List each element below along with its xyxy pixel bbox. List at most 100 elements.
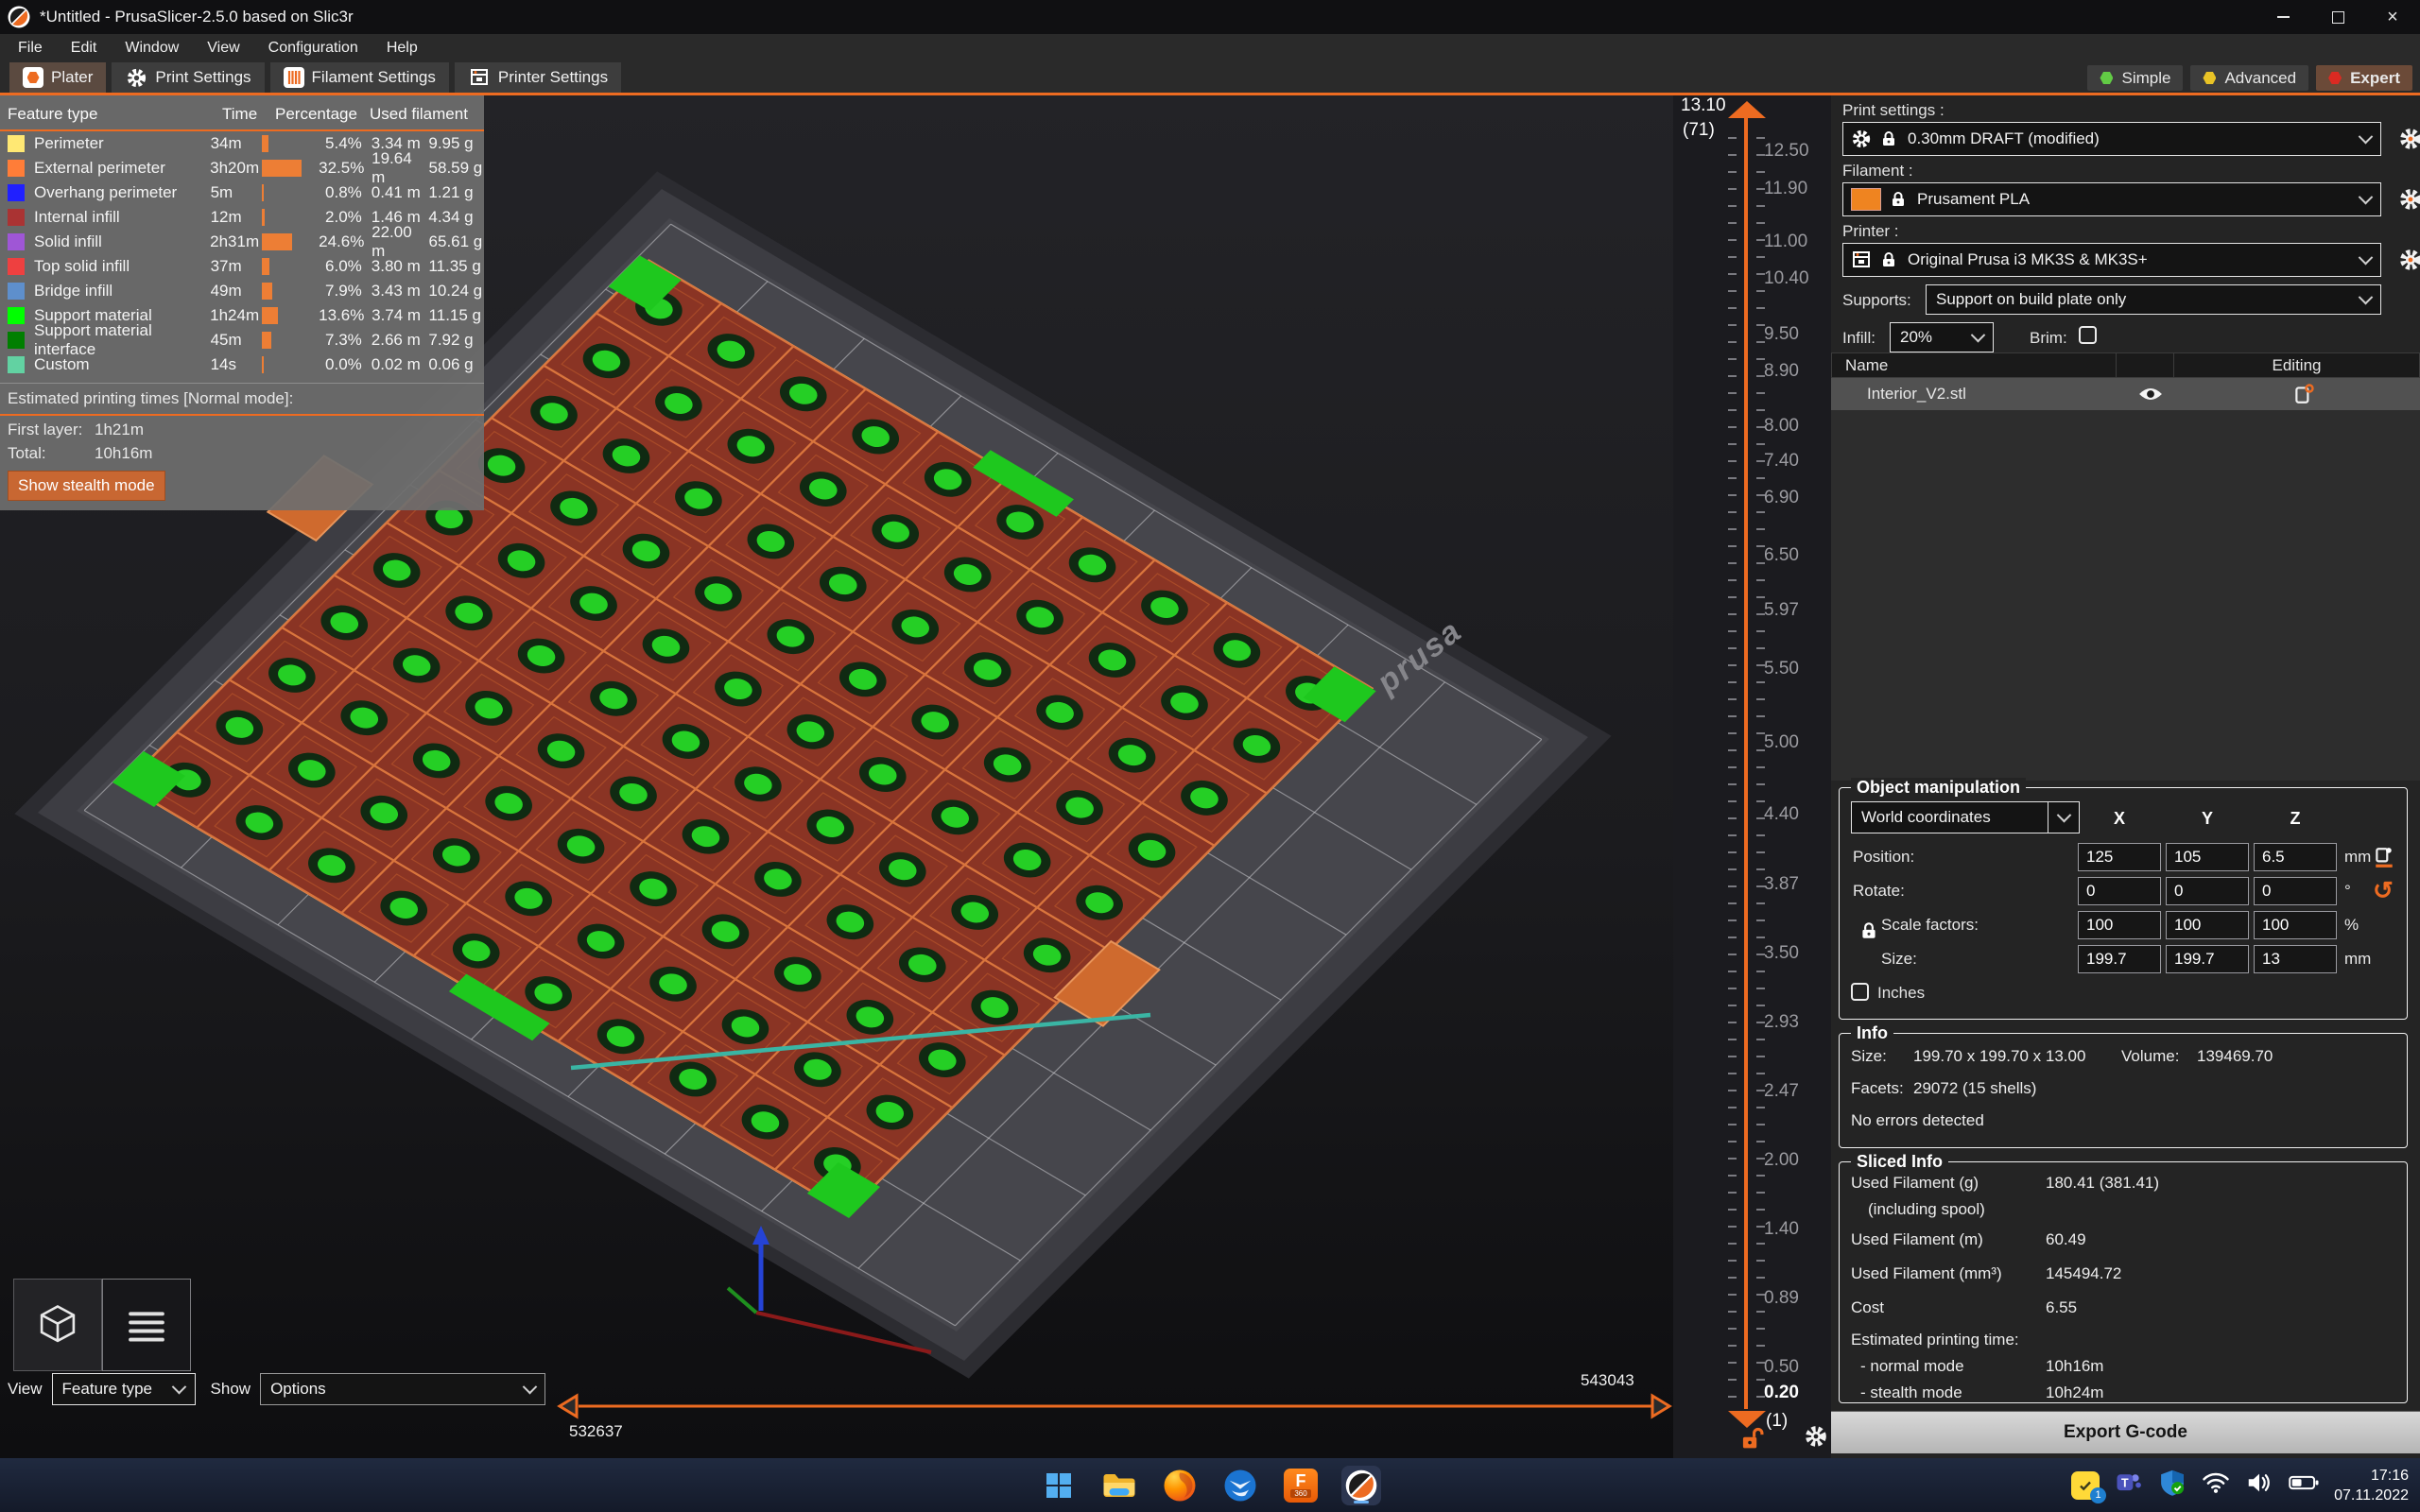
x-input[interactable] (2078, 843, 2161, 871)
todo-badge-icon[interactable]: 1 (2071, 1471, 2100, 1500)
x-input[interactable] (2078, 911, 2161, 939)
object-list-header: Name Editing (1831, 352, 2420, 378)
file-explorer-icon[interactable] (1099, 1466, 1139, 1505)
z-input[interactable] (2254, 877, 2337, 905)
filament-settings-icon (284, 67, 304, 88)
print-settings-gear-button[interactable] (2398, 127, 2420, 151)
y-input[interactable] (2166, 877, 2249, 905)
layer-tick-label: 8.00 (1764, 416, 1799, 437)
export-gcode-button[interactable]: Export G-code (1831, 1411, 2420, 1453)
supports-label: Supports: (1842, 291, 1911, 310)
tab-filament-settings[interactable]: Filament Settings (270, 62, 449, 93)
editor-view-thumbnail[interactable] (13, 1279, 102, 1371)
layer-tick (1728, 1022, 1737, 1023)
z-input[interactable] (2254, 843, 2337, 871)
layer-tick (1756, 443, 1765, 445)
security-shield-icon[interactable] (2158, 1469, 2187, 1502)
filament-gear-button[interactable] (2398, 187, 2420, 212)
tab-bar: Plater Print Settings Filament Settings … (0, 62, 2420, 95)
printer-gear-button[interactable] (2398, 248, 2420, 272)
layer-tick (1728, 1107, 1737, 1108)
fusion360-icon[interactable]: F 360 (1281, 1466, 1321, 1505)
menu-edit[interactable]: Edit (59, 37, 110, 60)
window-title: *Untitled - PrusaSlicer-2.5.0 based on S… (40, 8, 354, 26)
mode-advanced[interactable]: Advanced (2190, 65, 2308, 91)
menu-window[interactable]: Window (112, 37, 191, 60)
menu-configuration[interactable]: Configuration (256, 37, 371, 60)
minimize-button[interactable] (2256, 0, 2310, 34)
tab-print-settings[interactable]: Print Settings (112, 62, 264, 93)
filament-select[interactable]: Prusament PLA (1842, 182, 2381, 216)
show-stealth-mode-button[interactable]: Show stealth mode (8, 471, 165, 501)
layer-tick (1728, 885, 1737, 887)
battery-icon[interactable] (2289, 1474, 2319, 1496)
start-button[interactable] (1039, 1466, 1079, 1505)
layer-tick (1756, 307, 1765, 309)
viewport-3d[interactable]: prusa Feature type Time Percentage Used … (0, 95, 1831, 1458)
percentage-bar (262, 283, 271, 300)
y-input[interactable] (2166, 911, 2249, 939)
maximize-button[interactable] (2310, 0, 2365, 34)
lock-icon (1879, 250, 1898, 269)
layer-tick (1728, 1073, 1737, 1074)
layer-tick (1728, 290, 1737, 292)
menu-view[interactable]: View (195, 37, 251, 60)
wifi-icon[interactable] (2202, 1471, 2230, 1499)
supports-select[interactable]: Support on build plate only (1926, 284, 2381, 315)
drop-to-bed-icon[interactable] (2373, 846, 2395, 873)
teams-icon[interactable]: T (2115, 1469, 2143, 1502)
layer-tick (1728, 681, 1737, 683)
gcode-range-slider[interactable] (548, 1362, 1683, 1447)
taskbar: F 360 1 T 17:16 0 (0, 1458, 2420, 1512)
x-input[interactable] (2078, 945, 2161, 973)
volume-icon[interactable] (2245, 1471, 2273, 1499)
print-settings-select[interactable]: 0.30mm DRAFT (modified) (1842, 122, 2381, 156)
infill-select[interactable]: 20% (1890, 322, 1994, 352)
brim-checkbox[interactable] (2079, 326, 2097, 344)
layer-tick (1756, 1107, 1765, 1108)
prusaslicer-taskbar-icon[interactable] (1341, 1466, 1381, 1505)
view-type-select[interactable]: Feature type (52, 1373, 196, 1405)
feature-color-swatch (8, 160, 25, 177)
layer-tick (1728, 443, 1737, 445)
layer-tick (1728, 1005, 1737, 1006)
mode-simple[interactable]: Simple (2087, 65, 2183, 91)
tab-plater[interactable]: Plater (9, 62, 106, 95)
menu-help[interactable]: Help (374, 37, 430, 60)
scale-lock-icon[interactable] (1858, 920, 1879, 941)
object-list-row[interactable]: Interior_V2.stl (1831, 378, 2420, 410)
coordinates-select[interactable]: World coordinates (1851, 801, 2080, 833)
clock[interactable]: 17:16 07.11.2022 (2334, 1466, 2409, 1505)
mode-expert[interactable]: Expert (2316, 65, 2412, 91)
slider-up-arrow[interactable] (1726, 99, 1768, 120)
layer-tick-label: 0.20 (1764, 1383, 1799, 1403)
menu-file[interactable]: File (6, 37, 55, 60)
reset-rotation-icon[interactable]: ↺ (2373, 880, 2394, 903)
thunderbird-icon[interactable] (1220, 1466, 1260, 1505)
layer-tick (1756, 1005, 1765, 1006)
printer-select[interactable]: Original Prusa i3 MK3S & MK3S+ (1842, 243, 2381, 277)
layer-slider-track[interactable] (1744, 118, 1748, 1409)
y-input[interactable] (2166, 945, 2249, 973)
show-options-select[interactable]: Options (260, 1373, 545, 1405)
y-input[interactable] (2166, 843, 2249, 871)
eye-icon[interactable] (2122, 386, 2179, 403)
prusaslicer-logo-icon (8, 6, 30, 28)
z-input[interactable] (2254, 945, 2337, 973)
x-input[interactable] (2078, 877, 2161, 905)
preview-view-thumbnail[interactable] (102, 1279, 191, 1371)
layer-tick (1728, 341, 1737, 343)
taskbar-center-icons: F 360 (1039, 1466, 1381, 1505)
layer-tick (1756, 800, 1765, 802)
edit-object-icon[interactable] (2187, 383, 2420, 405)
firefox-icon[interactable] (1160, 1466, 1200, 1505)
tab-printer-settings[interactable]: Printer Settings (455, 62, 621, 93)
layer-settings-gear-icon[interactable] (1804, 1424, 1828, 1449)
z-input[interactable] (2254, 911, 2337, 939)
inches-checkbox[interactable] (1851, 983, 1869, 1001)
close-button[interactable]: × (2365, 0, 2420, 34)
layer-unlock-icon[interactable] (1739, 1426, 1764, 1451)
menu-bar: File Edit Window View Configuration Help (0, 34, 2420, 62)
advanced-mode-icon (2203, 72, 2216, 85)
layer-tick (1756, 936, 1765, 938)
